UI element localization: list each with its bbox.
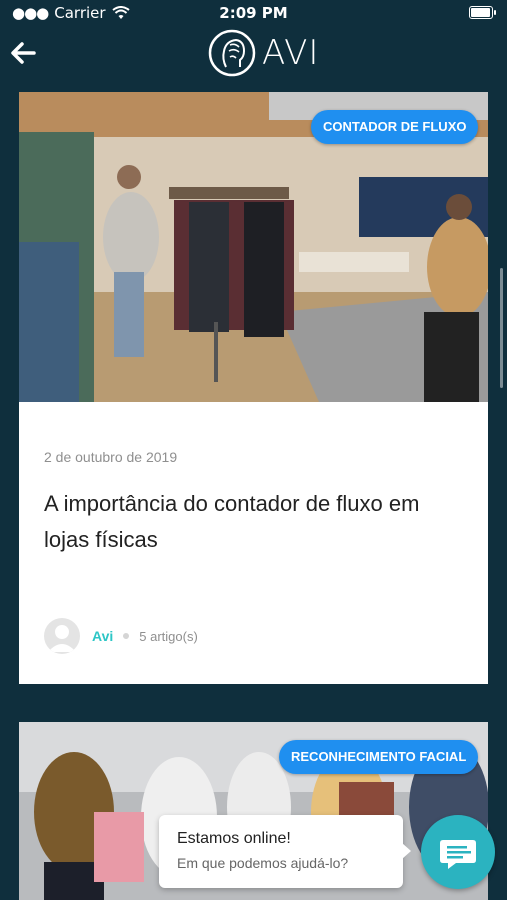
back-button[interactable]	[8, 38, 40, 68]
separator-dot	[123, 633, 130, 639]
chat-title: Estamos online!	[177, 830, 291, 847]
status-bar: ●●● Carrier 2:09 PM	[0, 0, 507, 26]
logo-text: AVI	[262, 33, 320, 73]
scrollbar[interactable]	[500, 268, 503, 388]
arrow-left-icon	[11, 42, 36, 64]
category-badge[interactable]: RECONHECIMENTO FACIAL	[279, 740, 479, 774]
nav-bar: AVI	[0, 26, 507, 80]
chat-prompt[interactable]: Estamos online! Em que podemos ajudá-lo?	[159, 815, 411, 888]
article-date: 2 de outubro de 2019	[44, 449, 178, 465]
chat-icon	[440, 840, 476, 869]
face-scan-icon	[208, 29, 256, 77]
article-title[interactable]: A importância do contador de fluxo em lo…	[44, 486, 464, 558]
chat-button[interactable]	[421, 815, 495, 889]
category-badge[interactable]: CONTADOR DE FLUXO	[311, 110, 479, 144]
logo: AVI	[208, 29, 319, 77]
chat-subtitle: Em que podemos ajudá-lo?	[177, 855, 349, 871]
article-feed[interactable]: CONTADOR DE FLUXO 2 de outubro de 2019 A…	[0, 80, 507, 900]
author-row: Avi 5 artigo(s)	[44, 618, 198, 654]
user-placeholder-icon	[48, 625, 76, 652]
status-time: 2:09 PM	[219, 4, 288, 22]
battery-icon	[469, 6, 496, 19]
avatar[interactable]	[44, 618, 80, 654]
article-count: 5 artigo(s)	[139, 628, 198, 644]
article-card[interactable]: CONTADOR DE FLUXO 2 de outubro de 2019 A…	[19, 92, 488, 684]
article-image[interactable]: CONTADOR DE FLUXO	[19, 92, 488, 402]
author-name[interactable]: Avi	[92, 628, 113, 644]
